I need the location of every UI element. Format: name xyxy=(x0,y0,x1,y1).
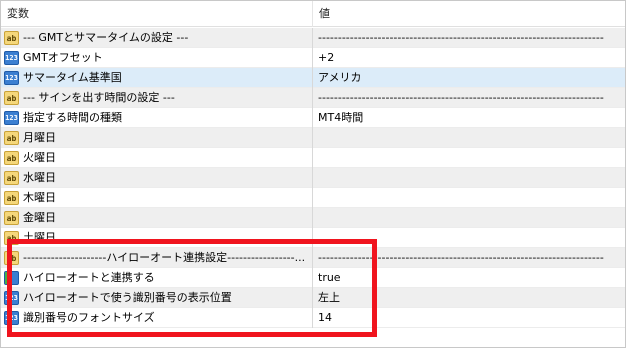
table-row[interactable]: ab 水曜日 xyxy=(1,168,625,188)
variable-column-header[interactable]: 変数 xyxy=(1,1,313,27)
number-icon: 123 xyxy=(4,71,19,85)
variable-cell: 123 サマータイム基準国 xyxy=(1,68,313,88)
variable-name: サマータイム基準国 xyxy=(23,71,122,84)
variable-cell: ab 月曜日 xyxy=(1,128,313,148)
icon-label: ab xyxy=(6,34,17,43)
table-row[interactable]: 123 サマータイム基準国 アメリカ xyxy=(1,68,625,88)
table-row[interactable]: ab --- GMTとサマータイムの設定 --- -----------------… xyxy=(1,28,625,48)
icon-label: ab xyxy=(6,174,17,183)
table-row[interactable]: ab 木曜日 xyxy=(1,188,625,208)
table-row[interactable]: ab 金曜日 xyxy=(1,208,625,228)
ab-icon: ab xyxy=(4,191,19,205)
variable-cell: ab --- サインを出す時間の設定 --- xyxy=(1,88,313,108)
value-cell[interactable]: ----------------------------------------… xyxy=(313,28,625,48)
inputs-table: 変数 値 ab --- GMTとサマータイムの設定 --- ------------… xyxy=(0,0,626,348)
ab-icon: ab xyxy=(4,31,19,45)
table-row[interactable]: ab 火曜日 xyxy=(1,148,625,168)
variable-name: --- サインを出す時間の設定 --- xyxy=(23,91,175,104)
variable-name: GMTオフセット xyxy=(23,51,103,64)
variable-name: 月曜日 xyxy=(23,131,56,144)
icon-label: ab xyxy=(6,214,17,223)
table-row[interactable]: 123 GMTオフセット +2 xyxy=(1,48,625,68)
variable-name: 指定する時間の種類 xyxy=(23,111,122,124)
value-cell[interactable]: MT4時間 xyxy=(313,108,625,128)
icon-label: 123 xyxy=(5,54,18,62)
variable-name: 火曜日 xyxy=(23,151,56,164)
variable-cell: ab 木曜日 xyxy=(1,188,313,208)
ab-icon: ab xyxy=(4,211,19,225)
ab-icon: ab xyxy=(4,91,19,105)
icon-label: ab xyxy=(6,154,17,163)
value-column-header[interactable]: 値 xyxy=(313,1,625,27)
value-cell[interactable] xyxy=(313,208,625,228)
ab-icon: ab xyxy=(4,131,19,145)
table-row[interactable]: ab 月曜日 xyxy=(1,128,625,148)
variable-cell: ab 火曜日 xyxy=(1,148,313,168)
value-cell[interactable]: ----------------------------------------… xyxy=(313,88,625,108)
variable-cell: ab 水曜日 xyxy=(1,168,313,188)
icon-label: ab xyxy=(6,194,17,203)
value-cell[interactable] xyxy=(313,128,625,148)
icon-label: ab xyxy=(6,94,17,103)
variable-cell: ab --- GMTとサマータイムの設定 --- xyxy=(1,28,313,48)
value-cell[interactable] xyxy=(313,148,625,168)
icon-label: ab xyxy=(6,134,17,143)
number-icon: 123 xyxy=(4,51,19,65)
variable-name: 水曜日 xyxy=(23,171,56,184)
ab-icon: ab xyxy=(4,151,19,165)
icon-label: 123 xyxy=(5,74,18,82)
variable-cell: 123 GMTオフセット xyxy=(1,48,313,68)
variable-name: --- GMTとサマータイムの設定 --- xyxy=(23,31,189,44)
value-cell[interactable] xyxy=(313,188,625,208)
value-cell[interactable] xyxy=(313,168,625,188)
table-row[interactable]: ab --- サインを出す時間の設定 --- -------------------… xyxy=(1,88,625,108)
number-icon: 123 xyxy=(4,111,19,125)
table-row[interactable]: 123 指定する時間の種類 MT4時間 xyxy=(1,108,625,128)
variable-cell: ab 金曜日 xyxy=(1,208,313,228)
ab-icon: ab xyxy=(4,171,19,185)
highlight-box xyxy=(7,239,377,337)
variable-name: 金曜日 xyxy=(23,211,56,224)
icon-label: 123 xyxy=(5,114,18,122)
variable-name: 木曜日 xyxy=(23,191,56,204)
value-cell[interactable]: アメリカ xyxy=(313,68,625,88)
variable-cell: 123 指定する時間の種類 xyxy=(1,108,313,128)
value-cell[interactable]: +2 xyxy=(313,48,625,68)
table-header: 変数 値 xyxy=(1,1,625,27)
